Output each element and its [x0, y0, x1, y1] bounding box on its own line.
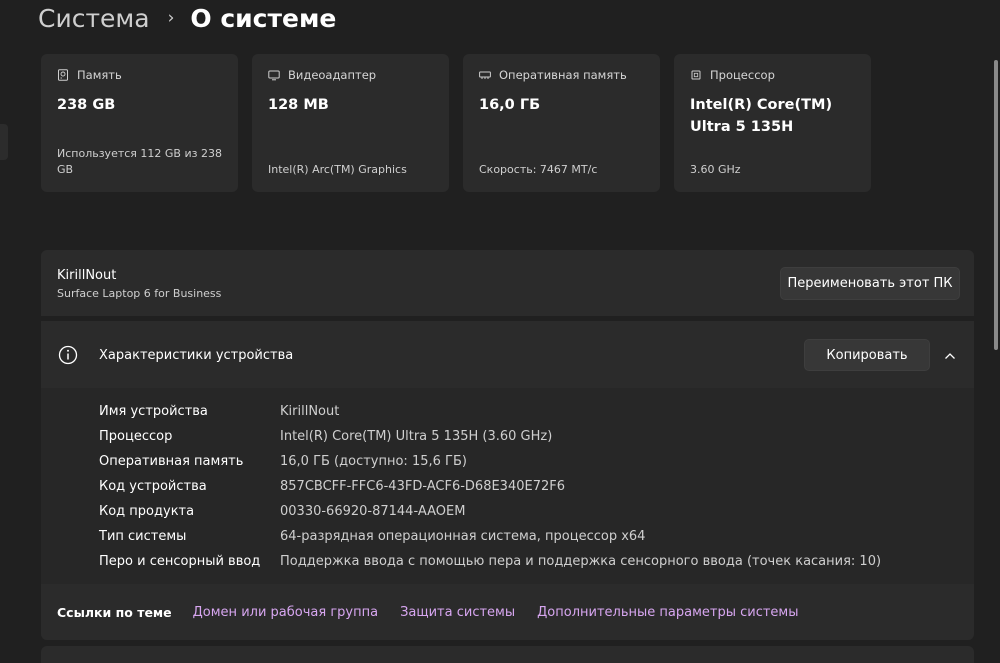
card-storage-label: Память: [77, 68, 122, 82]
spec-label: Процессор: [99, 429, 173, 444]
storage-icon: [57, 69, 69, 81]
link-system-protection[interactable]: Защита системы: [400, 605, 515, 620]
spec-value: 00330-66920-87144-AAOEM: [280, 504, 466, 519]
spec-label: Перо и сенсорный ввод: [99, 554, 261, 569]
device-specs-panel: Характеристики устройства Копировать Имя…: [41, 321, 974, 640]
spec-value: Intel(R) Core(TM) Ultra 5 135H (3.60 GHz…: [280, 429, 553, 444]
spec-value: 64-разрядная операционная система, проце…: [280, 529, 646, 544]
card-storage[interactable]: Память 238 GB Используется 112 GB из 238…: [41, 54, 238, 192]
device-specs-list: Имя устройства KirillNout Процессор Inte…: [99, 399, 881, 574]
related-links-bar: Ссылки по теме Домен или рабочая группа …: [41, 584, 974, 640]
link-domain-workgroup[interactable]: Домен или рабочая группа: [193, 605, 378, 620]
pc-name-panel: KirillNout Surface Laptop 6 for Business…: [41, 250, 974, 316]
spec-row: Имя устройства KirillNout: [99, 399, 881, 424]
copy-button[interactable]: Копировать: [804, 339, 930, 371]
card-cpu[interactable]: Процессор Intel(R) Core(TM) Ultra 5 135H…: [674, 54, 871, 192]
card-ram-sub: Скорость: 7467 MT/с: [479, 163, 598, 176]
next-panel-edge: [41, 646, 974, 663]
breadcrumb-system[interactable]: Система: [38, 4, 150, 33]
spec-label: Тип системы: [99, 529, 187, 544]
card-ram[interactable]: Оперативная память 16,0 ГБ Скорость: 746…: [463, 54, 660, 192]
chevron-up-icon[interactable]: [943, 348, 957, 362]
nav-pane-edge[interactable]: [0, 124, 8, 160]
spec-label: Оперативная память: [99, 454, 244, 469]
card-cpu-value: Intel(R) Core(TM) Ultra 5 135H: [690, 97, 833, 135]
ram-icon: [479, 69, 491, 81]
rename-pc-button[interactable]: Переименовать этот ПК: [780, 267, 960, 300]
device-specs-title: Характеристики устройства: [99, 348, 294, 363]
card-display-adapter-value: 128 MB: [268, 97, 329, 113]
card-display-adapter-sub: Intel(R) Arc(TM) Graphics: [268, 163, 407, 176]
related-links-title: Ссылки по теме: [57, 604, 172, 620]
spec-value: 857CBCFF-FFC6-43FD-ACF6-D68E340E72F6: [280, 479, 565, 494]
spec-row: Код устройства 857CBCFF-FFC6-43FD-ACF6-D…: [99, 474, 881, 499]
card-storage-sub: Используется 112 GB из 238 GB: [57, 147, 222, 176]
card-storage-value: 238 GB: [57, 97, 116, 113]
pc-model: Surface Laptop 6 for Business: [57, 287, 222, 300]
device-specs-header[interactable]: Характеристики устройства Копировать: [41, 321, 974, 388]
spec-cards: Память 238 GB Используется 112 GB из 238…: [41, 54, 871, 192]
card-ram-label: Оперативная память: [499, 68, 627, 82]
card-ram-value: 16,0 ГБ: [479, 97, 541, 113]
scrollbar[interactable]: [994, 60, 998, 350]
spec-label: Код устройства: [99, 479, 207, 494]
spec-label: Код продукта: [99, 504, 195, 519]
card-cpu-label: Процессор: [710, 68, 775, 82]
info-icon: [58, 345, 78, 365]
card-display-adapter[interactable]: Видеоадаптер 128 MB Intel(R) Arc(TM) Gra…: [252, 54, 449, 192]
breadcrumb: Система › О системе: [38, 0, 336, 36]
spec-row: Процессор Intel(R) Core(TM) Ultra 5 135H…: [99, 424, 881, 449]
cpu-icon: [690, 69, 702, 81]
card-cpu-sub: 3.60 GHz: [690, 163, 741, 176]
page-title: О системе: [190, 3, 337, 33]
spec-value: Поддержка ввода с помощью пера и поддерж…: [280, 554, 882, 569]
spec-row: Оперативная память 16,0 ГБ (доступно: 15…: [99, 449, 881, 474]
spec-row: Код продукта 00330-66920-87144-AAOEM: [99, 499, 881, 524]
breadcrumb-separator: ›: [167, 8, 175, 28]
link-advanced-system-settings[interactable]: Дополнительные параметры системы: [537, 605, 798, 620]
spec-row: Перо и сенсорный ввод Поддержка ввода с …: [99, 549, 881, 574]
spec-value: KirillNout: [280, 404, 340, 419]
display-adapter-icon: [268, 69, 280, 81]
spec-value: 16,0 ГБ (доступно: 15,6 ГБ): [280, 454, 467, 469]
card-display-adapter-label: Видеоадаптер: [288, 68, 377, 82]
pc-name: KirillNout: [57, 268, 117, 283]
spec-row: Тип системы 64-разрядная операционная си…: [99, 524, 881, 549]
spec-label: Имя устройства: [99, 404, 208, 419]
